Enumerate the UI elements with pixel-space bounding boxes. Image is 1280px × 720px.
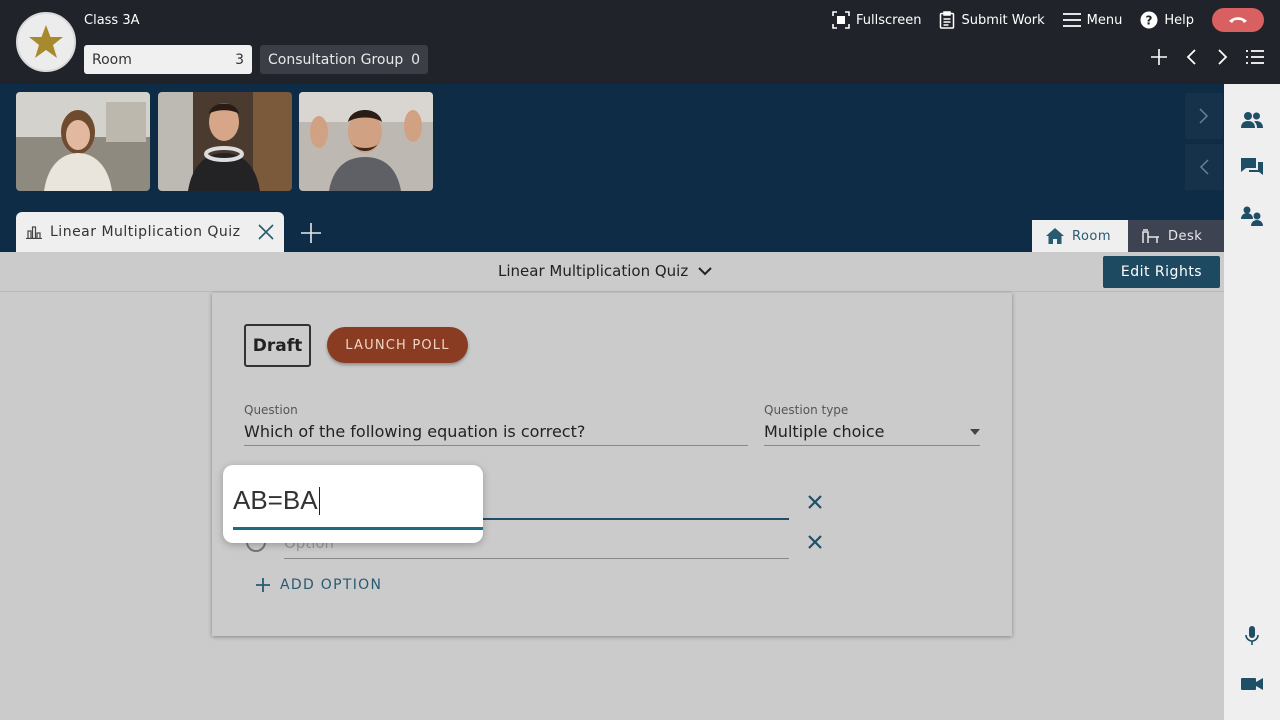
- fullscreen-button[interactable]: Fullscreen: [832, 11, 921, 29]
- option-1-text: AB=BA: [233, 485, 321, 516]
- hamburger-icon: [1062, 13, 1081, 27]
- option-1-underline: [483, 518, 789, 520]
- tab-label: Linear Multiplication Quiz: [50, 224, 241, 240]
- participant-video-2[interactable]: [158, 92, 292, 191]
- add-icon: [256, 578, 270, 592]
- participants-icon[interactable]: [1240, 108, 1264, 132]
- question-label: Question: [244, 403, 298, 417]
- add-tab-button[interactable]: [300, 222, 322, 244]
- document-title-dropdown[interactable]: Linear Multiplication Quiz: [498, 262, 712, 280]
- list-icon[interactable]: [1246, 48, 1264, 66]
- bar-chart-icon: [26, 226, 42, 239]
- add-option-label: ADD OPTION: [280, 577, 383, 593]
- draft-status-button[interactable]: Draft: [244, 324, 311, 367]
- room-label: Room: [92, 51, 132, 68]
- dropdown-arrow-icon: [970, 428, 980, 435]
- tab-linear-multiplication-quiz[interactable]: Linear Multiplication Quiz: [16, 212, 284, 252]
- question-type-label: Question type: [764, 403, 849, 417]
- class-logo: [16, 12, 76, 72]
- room-selector[interactable]: Room 3: [84, 45, 252, 74]
- star-icon: [29, 25, 63, 58]
- right-sidebar: [1224, 84, 1280, 720]
- chevron-left-icon: [1199, 159, 1209, 175]
- add-option-button[interactable]: ADD OPTION: [256, 577, 382, 593]
- room-count: 3: [235, 51, 244, 68]
- chevron-right-icon[interactable]: [1214, 48, 1232, 66]
- phone-hangup-icon: [1229, 17, 1247, 23]
- camera-icon[interactable]: [1240, 672, 1264, 696]
- chevron-left-icon[interactable]: [1182, 48, 1200, 66]
- consultation-group-selector[interactable]: Consultation Group 0: [260, 45, 428, 74]
- clipboard-icon: [940, 11, 955, 29]
- fullscreen-icon: [832, 11, 850, 29]
- launch-poll-button[interactable]: LAUNCH POLL: [327, 327, 468, 363]
- consultation-group-label: Consultation Group: [268, 51, 404, 68]
- tab-room-label: Room: [1072, 228, 1112, 244]
- home-icon: [1046, 228, 1064, 244]
- chevron-down-icon: [698, 266, 712, 275]
- remove-option-1-button[interactable]: [806, 493, 824, 511]
- hang-up-button[interactable]: [1212, 8, 1264, 32]
- help-label: Help: [1164, 12, 1194, 28]
- class-name: Class 3A: [84, 13, 140, 28]
- remove-option-2-button[interactable]: [806, 533, 824, 551]
- chat-icon[interactable]: [1240, 156, 1264, 180]
- close-icon: [808, 535, 822, 549]
- menu-label: Menu: [1086, 12, 1123, 28]
- chevron-right-icon: [1199, 108, 1209, 124]
- menu-button[interactable]: Menu: [1062, 12, 1123, 28]
- option-1-input[interactable]: AB=BA: [223, 465, 483, 543]
- desk-icon: [1142, 229, 1159, 243]
- close-icon[interactable]: [258, 224, 274, 240]
- video-next-button[interactable]: [1185, 93, 1223, 139]
- question-type-select[interactable]: Multiple choice: [764, 422, 980, 446]
- edit-rights-button[interactable]: Edit Rights: [1103, 256, 1220, 288]
- microphone-icon[interactable]: [1240, 624, 1264, 648]
- document-title: Linear Multiplication Quiz: [498, 262, 689, 280]
- svg-text:?: ?: [1146, 14, 1153, 28]
- submit-work-button[interactable]: Submit Work: [939, 11, 1045, 29]
- close-icon: [808, 495, 822, 509]
- help-button[interactable]: ? Help: [1140, 11, 1194, 29]
- add-icon[interactable]: [1150, 48, 1168, 66]
- groups-icon[interactable]: [1240, 204, 1264, 228]
- submit-work-label: Submit Work: [961, 12, 1045, 28]
- consultation-group-count: 0: [411, 51, 420, 68]
- text-caret: [318, 487, 321, 515]
- option-1-value: AB=BA: [233, 485, 318, 515]
- option-1-focus-underline: [233, 527, 483, 530]
- tab-room[interactable]: Room: [1032, 220, 1128, 252]
- question-type-value: Multiple choice: [764, 422, 885, 441]
- tab-desk-label: Desk: [1168, 228, 1203, 244]
- tab-desk[interactable]: Desk: [1128, 220, 1224, 252]
- add-icon: [301, 223, 321, 243]
- video-prev-button[interactable]: [1185, 144, 1223, 190]
- fullscreen-label: Fullscreen: [856, 12, 922, 28]
- option-2-underline: [284, 558, 789, 559]
- help-icon: ?: [1140, 11, 1158, 29]
- participant-video-3[interactable]: [299, 92, 433, 191]
- question-input[interactable]: Which of the following equation is corre…: [244, 422, 748, 446]
- document-title-bar: Linear Multiplication Quiz Edit Rights: [0, 252, 1224, 292]
- top-bar: Class 3A Room 3 Consultation Group 0 Ful…: [0, 0, 1280, 84]
- participant-video-1[interactable]: [16, 92, 150, 191]
